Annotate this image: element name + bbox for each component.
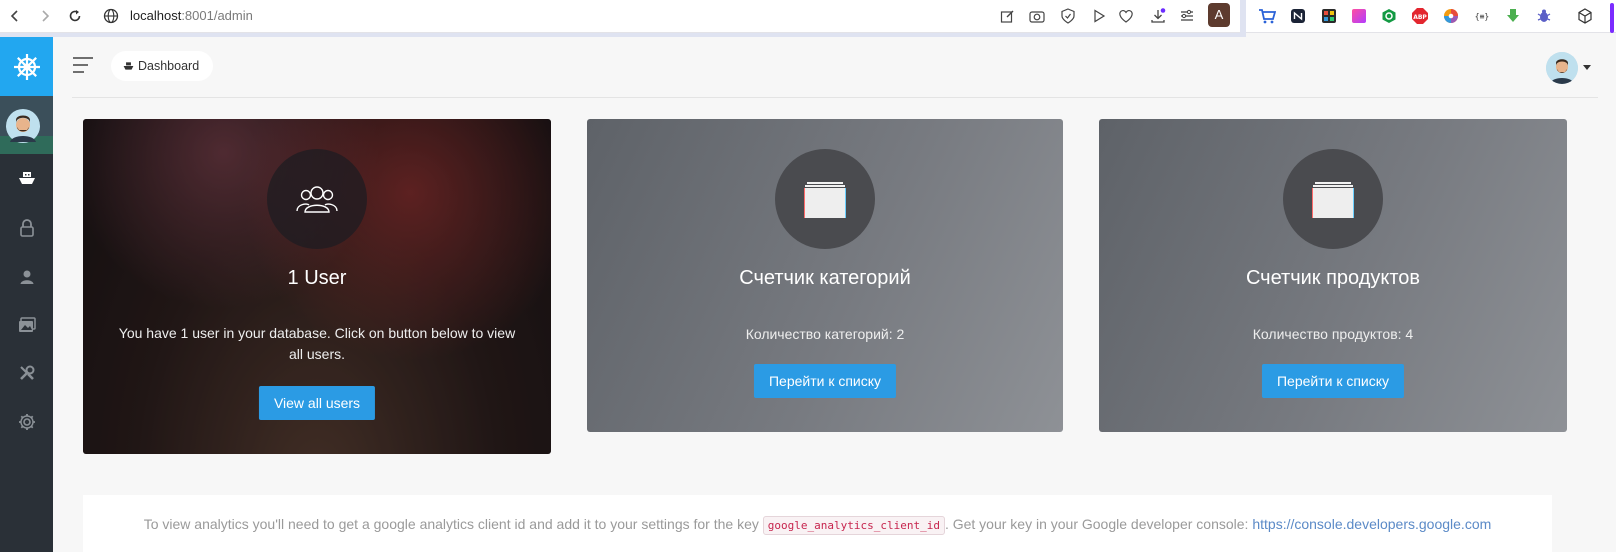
reload-icon[interactable] xyxy=(64,5,86,27)
products-card-text: Количество продуктов: 4 xyxy=(1252,326,1414,342)
folder-stack-icon xyxy=(1312,182,1354,218)
gear-icon xyxy=(18,414,35,430)
analytics-key-code: google_analytics_client_id xyxy=(762,516,945,535)
products-card-title: Счетчик продуктов xyxy=(1245,267,1421,289)
sidebar-item-media[interactable] xyxy=(0,305,53,345)
cart-icon[interactable] xyxy=(1257,6,1277,26)
ship-wheel-logo-icon[interactable] xyxy=(0,37,53,96)
forward-icon[interactable] xyxy=(34,5,56,27)
sidebar xyxy=(0,37,53,552)
users-card-icon-circle xyxy=(267,149,367,249)
back-icon[interactable] xyxy=(4,5,26,27)
green-shield-icon[interactable] xyxy=(1379,6,1399,26)
json-icon[interactable]: {≡} xyxy=(1472,6,1492,26)
sidebar-user-avatar[interactable] xyxy=(0,96,53,154)
users-card: 1 User You have 1 user in your database.… xyxy=(83,119,551,454)
svg-text:ABP: ABP xyxy=(1413,14,1427,21)
play-icon[interactable] xyxy=(1089,6,1109,26)
menu-toggle-icon[interactable] xyxy=(73,57,95,75)
tools-icon xyxy=(19,365,34,380)
browser-toolbar: localhost:8001/admin A ABP {≡} xyxy=(0,0,1616,37)
admin-topbar: Dashboard xyxy=(53,37,1616,97)
url-host: localhost xyxy=(130,8,182,23)
bug-icon[interactable] xyxy=(1534,6,1554,26)
categories-card-text: Количество категорий: 2 xyxy=(745,326,905,342)
user-avatar[interactable] xyxy=(1546,52,1578,84)
products-card-icon-circle xyxy=(1283,149,1383,249)
categories-card: Счетчик категорий Количество категорий: … xyxy=(587,119,1063,432)
breadcrumb-label: Dashboard xyxy=(138,59,200,73)
globe-icon[interactable] xyxy=(100,5,122,27)
users-card-title: 1 User xyxy=(287,267,347,289)
sidebar-item-settings[interactable] xyxy=(0,402,53,442)
images-icon xyxy=(18,317,36,332)
categories-card-title: Счетчик категорий xyxy=(739,267,911,289)
user-icon xyxy=(20,270,33,284)
url-path: :8001/admin xyxy=(181,8,253,23)
categories-list-button[interactable]: Перейти к списку xyxy=(753,364,897,398)
scroll-indicator xyxy=(1610,3,1614,33)
download-icon[interactable] xyxy=(1148,6,1168,26)
header-divider xyxy=(72,97,1598,98)
color-grid-icon[interactable] xyxy=(1319,6,1339,26)
users-icon xyxy=(296,186,338,213)
profile-avatar[interactable]: A xyxy=(1208,3,1230,27)
edit-icon[interactable] xyxy=(997,6,1017,26)
svg-text:{≡}: {≡} xyxy=(1475,12,1489,21)
shield-check-icon[interactable] xyxy=(1058,6,1078,26)
sidebar-item-tools[interactable] xyxy=(0,353,53,393)
heart-icon[interactable] xyxy=(1116,6,1136,26)
analytics-notice: To view analytics you'll need to get a g… xyxy=(83,495,1552,552)
view-all-users-button[interactable]: View all users xyxy=(258,386,376,420)
boat-icon xyxy=(123,62,134,70)
chevron-down-icon[interactable] xyxy=(1583,65,1591,70)
categories-card-icon-circle xyxy=(775,149,875,249)
cube-icon[interactable] xyxy=(1575,6,1595,26)
green-download-icon[interactable] xyxy=(1503,6,1523,26)
address-bar[interactable]: localhost:8001/admin xyxy=(130,6,253,26)
products-list-button[interactable]: Перейти к списку xyxy=(1261,364,1405,398)
camera-icon[interactable] xyxy=(1027,6,1047,26)
toolbar-divider xyxy=(1240,0,1246,37)
google-console-link[interactable]: https://console.developers.google.com xyxy=(1252,516,1491,532)
analytics-notice-text: To view analytics you'll need to get a g… xyxy=(83,516,1552,535)
lock-icon xyxy=(19,219,34,237)
n-extension-icon[interactable] xyxy=(1288,6,1308,26)
notice-text-middle: . Get your key in your Google developer … xyxy=(944,516,1249,532)
sidebar-item-dashboard[interactable] xyxy=(0,158,53,198)
tune-icon[interactable] xyxy=(1177,6,1197,26)
gradient-icon[interactable] xyxy=(1349,6,1369,26)
color-wheel-icon[interactable] xyxy=(1441,6,1461,26)
sidebar-item-users[interactable] xyxy=(0,257,53,297)
products-card: Счетчик продуктов Количество продуктов: … xyxy=(1099,119,1567,432)
breadcrumb[interactable]: Dashboard xyxy=(111,51,214,81)
boat-icon xyxy=(18,172,35,184)
sidebar-item-roles[interactable] xyxy=(0,208,53,248)
users-card-text: You have 1 user in your database. Click … xyxy=(118,325,516,362)
notice-text-before: To view analytics you'll need to get a g… xyxy=(143,516,759,532)
folder-stack-icon xyxy=(804,182,846,218)
adblock-icon[interactable]: ABP xyxy=(1410,6,1430,26)
